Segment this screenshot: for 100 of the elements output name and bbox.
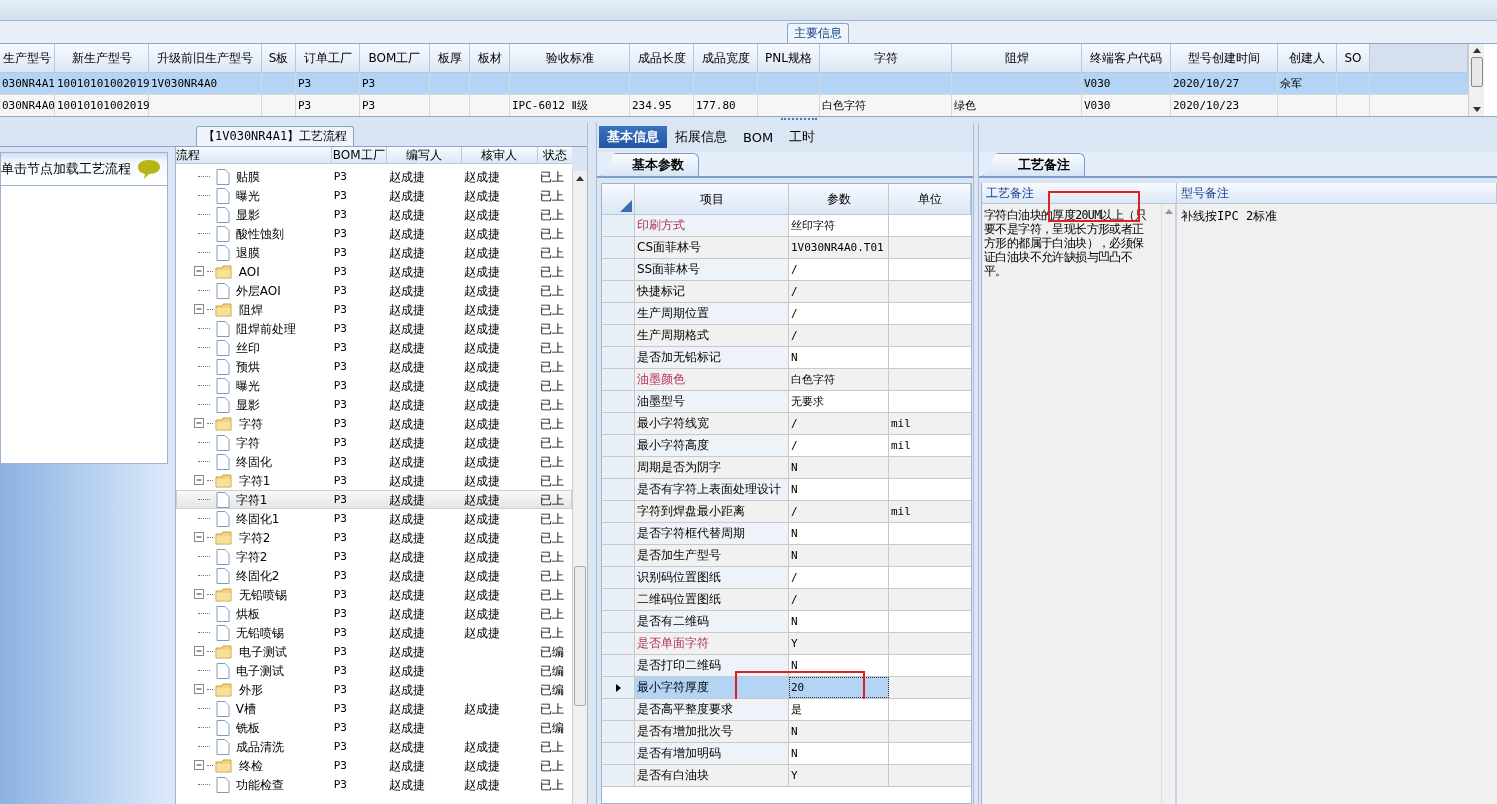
table-cell[interactable]: / <box>789 325 889 346</box>
tree-item[interactable]: 字符 <box>238 415 263 432</box>
tree-item[interactable]: 外层AOI <box>235 282 281 299</box>
row-header-cell[interactable] <box>602 633 635 654</box>
table-cell[interactable]: 是 <box>789 699 889 720</box>
tree-item[interactable]: 显影 <box>235 396 260 413</box>
row-header-cell[interactable] <box>602 743 635 764</box>
table-cell[interactable]: 20 <box>789 677 889 698</box>
row-header-cell[interactable] <box>602 369 635 390</box>
tree-item[interactable]: 终固化 <box>235 453 272 470</box>
tree-item[interactable]: 功能检查 <box>235 776 284 793</box>
tree-item[interactable]: 曝光 <box>235 377 260 394</box>
table-cell[interactable]: 白色字符 <box>789 369 889 390</box>
tree-item[interactable]: 字符2 <box>235 548 268 565</box>
column-header[interactable]: 字符 <box>820 44 952 73</box>
tree-item[interactable]: 外形 <box>238 681 263 698</box>
table-cell[interactable]: N <box>789 545 889 566</box>
row-header-cell[interactable] <box>602 501 635 522</box>
collapse-icon[interactable] <box>193 684 205 695</box>
tree-item[interactable]: 字符1 <box>238 472 271 489</box>
table-row[interactable]: 030NR4A1 10010101002019 1V030NR4A0 P3 P3 V030 2020/10/27 佘军 <box>0 73 1468 95</box>
tree-item[interactable]: 丝印 <box>235 339 260 356</box>
column-header[interactable]: 板厚 <box>430 44 470 73</box>
table-cell[interactable]: Y <box>789 633 889 654</box>
tree-item[interactable]: 字符 <box>235 434 260 451</box>
row-header-cell[interactable] <box>602 523 635 544</box>
collapse-icon[interactable] <box>193 266 205 277</box>
table-cell[interactable]: / <box>789 589 889 610</box>
row-header-cell[interactable] <box>602 435 635 456</box>
table-cell[interactable]: / <box>789 435 889 456</box>
collapse-icon[interactable] <box>193 646 205 657</box>
column-header[interactable]: 型号备注 <box>1177 183 1497 204</box>
column-header[interactable]: 成品宽度 <box>694 44 758 73</box>
column-header[interactable]: 终端客户代码 <box>1082 44 1171 73</box>
row-header-cell[interactable] <box>602 479 635 500</box>
column-header[interactable]: 单位 <box>889 184 971 215</box>
table-cell[interactable]: / <box>789 303 889 324</box>
column-header[interactable]: 状态 <box>537 147 573 164</box>
table-cell[interactable]: 丝印字符 <box>789 215 889 236</box>
table-cell[interactable]: Y <box>789 765 889 786</box>
tab[interactable]: 基本信息 <box>599 126 667 148</box>
column-header[interactable]: 工艺备注 <box>982 183 1177 204</box>
column-header[interactable]: S板 <box>262 44 296 73</box>
column-header[interactable]: BOM工厂 <box>331 147 387 164</box>
row-header-cell[interactable] <box>602 391 635 412</box>
tree-item[interactable]: 铣板 <box>235 719 260 736</box>
row-header-cell[interactable] <box>602 237 635 258</box>
scroll-up-icon[interactable] <box>1471 47 1482 53</box>
row-header-cell[interactable] <box>602 303 635 324</box>
tree-item[interactable]: V槽 <box>235 700 256 717</box>
table-cell[interactable]: N <box>789 655 889 676</box>
row-header-cell[interactable] <box>602 611 635 632</box>
column-header[interactable]: 型号创建时间 <box>1171 44 1278 73</box>
column-header[interactable]: 阻焊 <box>952 44 1082 73</box>
row-header-cell[interactable] <box>602 677 635 698</box>
row-header-cell[interactable] <box>602 457 635 478</box>
table-cell[interactable]: N <box>789 743 889 764</box>
table-cell[interactable]: / <box>789 413 889 434</box>
row-header-cell[interactable] <box>602 259 635 280</box>
column-header[interactable]: PNL规格 <box>758 44 820 73</box>
row-header-cell[interactable] <box>602 699 635 720</box>
tab[interactable]: 工艺备注 <box>983 153 1085 176</box>
row-header-cell[interactable] <box>602 567 635 588</box>
collapse-icon[interactable] <box>193 418 205 429</box>
collapse-icon[interactable] <box>193 304 205 315</box>
tab[interactable]: BOM <box>735 126 782 148</box>
table-cell[interactable]: 无要求 <box>789 391 889 412</box>
tree-item[interactable]: 预烘 <box>235 358 260 375</box>
scrollbar[interactable] <box>1161 204 1175 804</box>
scrollbar[interactable] <box>1468 44 1484 116</box>
table-cell[interactable]: / <box>789 501 889 522</box>
scrollbar-thumb[interactable] <box>1470 57 1483 87</box>
column-header[interactable]: SO <box>1337 44 1370 73</box>
tree-item[interactable]: 无铅喷锡 <box>235 624 284 641</box>
tree-item[interactable]: 字符1 <box>235 491 268 508</box>
tree-item[interactable]: 终固化2 <box>235 567 280 584</box>
tree-item[interactable]: 退膜 <box>235 244 260 261</box>
tree-item[interactable]: 成品清洗 <box>235 738 284 755</box>
table-cell[interactable]: / <box>789 281 889 302</box>
tab[interactable]: 工时 <box>781 126 824 148</box>
scroll-down-icon[interactable] <box>1471 107 1482 113</box>
tree-item[interactable]: AOI <box>238 263 260 280</box>
tree-item[interactable]: 曝光 <box>235 187 260 204</box>
splitter[interactable] <box>973 123 979 804</box>
column-header[interactable]: 新生产型号 <box>55 44 149 73</box>
row-header-cell[interactable] <box>602 589 635 610</box>
tree-item[interactable]: 烘板 <box>235 605 260 622</box>
scroll-up-icon[interactable] <box>575 175 585 181</box>
table-row[interactable]: 030NR4A0 10010101002019 P3 P3 IPC-6012 Ⅱ级 234.95 177.80 白色字符 绿色 V030 2020/10/23 <box>0 95 1468 116</box>
note-text[interactable]: 补线按IPC 2标准 <box>1181 208 1278 225</box>
tree-item[interactable]: 无铅喷锡 <box>238 586 287 603</box>
scrollbar-thumb[interactable] <box>574 566 586 706</box>
tree-item[interactable]: 终检 <box>238 757 263 774</box>
row-header-cell[interactable] <box>602 215 635 236</box>
row-header-cell[interactable] <box>602 347 635 368</box>
tree-item[interactable]: 显影 <box>235 206 260 223</box>
column-header[interactable]: 升级前旧生产型号 <box>149 44 262 73</box>
table-cell[interactable]: N <box>789 611 889 632</box>
table-cell[interactable]: / <box>789 567 889 588</box>
tree-item[interactable]: 终固化1 <box>235 510 280 527</box>
